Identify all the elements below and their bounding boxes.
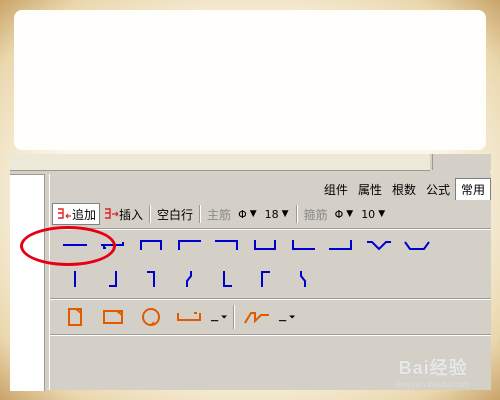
insert-label: 插入 [119,207,144,222]
rebar-toolbar: 追加 插入 空白行 主筋 Φ ▼ 18 ▼ 箍筋 Φ ▼ 10 ▼ [52,202,488,226]
row-divider [50,298,491,300]
l-up-bar-icon[interactable] [284,232,322,258]
insert-icon [105,208,119,219]
vertical-bar-icon[interactable] [56,266,94,292]
chevron-down-icon: ▼ [378,209,386,219]
tab-common[interactable]: 常用 [454,178,491,200]
highlight-ellipse [20,226,116,266]
scrollbar-corner [432,154,491,170]
chevron-down-icon: ▼ [249,209,257,219]
gamma-bar-icon[interactable] [246,266,284,292]
open-stirrup-icon[interactable] [170,304,208,330]
blank-row-button[interactable]: 空白行 [154,204,196,224]
stirrup-dropdown-icon[interactable] [208,304,230,330]
tab-properties[interactable]: 属性 [353,179,387,200]
j-bar-icon[interactable] [94,266,132,292]
v-bend-bar-icon[interactable] [360,232,398,258]
u-down-bar-icon[interactable] [132,232,170,258]
main-bar-diameter-select[interactable]: 18 ▼ [261,208,293,221]
square-stirrup-icon[interactable] [94,304,132,330]
tab-strip: 组件 属性 根数 公式 常用 [319,178,491,200]
chevron-down-icon: ▼ [281,209,289,219]
watermark-brand: Bai经验 [398,358,468,378]
stirrup-grade-select[interactable]: Φ ▼ [331,208,358,221]
step-bar-icon[interactable] [238,304,276,330]
bent-vertical-bar-icon[interactable] [284,266,322,292]
paper-frame: 组件 属性 根数 公式 常用 追加 插入 空白行 主筋 Φ ▼ 18 ▼ 箍筋 … [0,0,500,400]
l-right-up-bar-icon[interactable] [322,232,360,258]
toolbar-separator [295,205,298,223]
toolbar-separator [233,305,235,329]
stirrup-diameter-select[interactable]: 10 ▼ [357,208,389,221]
chevron-down-icon: ▼ [346,209,354,219]
tab-count[interactable]: 根数 [387,179,421,200]
l-right-down-bar-icon[interactable] [208,232,246,258]
append-button[interactable]: 追加 [52,203,101,225]
step-dropdown-icon[interactable] [276,304,298,330]
horizontal-scrollbar[interactable] [10,154,430,171]
blank-area [14,10,486,150]
insert-button[interactable]: 插入 [100,204,146,224]
l-vertical-bar-icon[interactable] [208,266,246,292]
vertical-bar-shapes [56,264,322,294]
bent-top-bar-icon[interactable] [132,266,170,292]
u-up-bar-icon[interactable] [246,232,284,258]
append-label: 追加 [72,207,97,222]
stirrup-shapes [56,302,298,332]
toolbar-separator [199,205,202,223]
tab-component[interactable]: 组件 [319,179,353,200]
row-divider [50,334,491,336]
toolbar-separator [149,205,152,223]
main-bar-label: 主筋 [207,207,232,222]
main-bar-grade-select[interactable]: Φ ▼ [234,208,261,221]
watermark-url: jingyan.baidu.com [396,380,470,389]
append-icon [58,208,71,219]
trough-bar-icon[interactable] [398,232,436,258]
stirrup-label: 箍筋 [303,207,328,222]
left-list-panel[interactable] [10,174,45,391]
tab-formula[interactable]: 公式 [421,179,455,200]
baidu-watermark: Bai经验 jingyan.baidu.com [396,354,470,389]
l-left-down-bar-icon[interactable] [170,232,208,258]
blank-row-label: 空白行 [157,207,194,222]
zigzag-bar-icon[interactable] [170,266,208,292]
circle-stirrup-icon[interactable] [132,304,170,330]
rect-stirrup-icon[interactable] [56,304,94,330]
